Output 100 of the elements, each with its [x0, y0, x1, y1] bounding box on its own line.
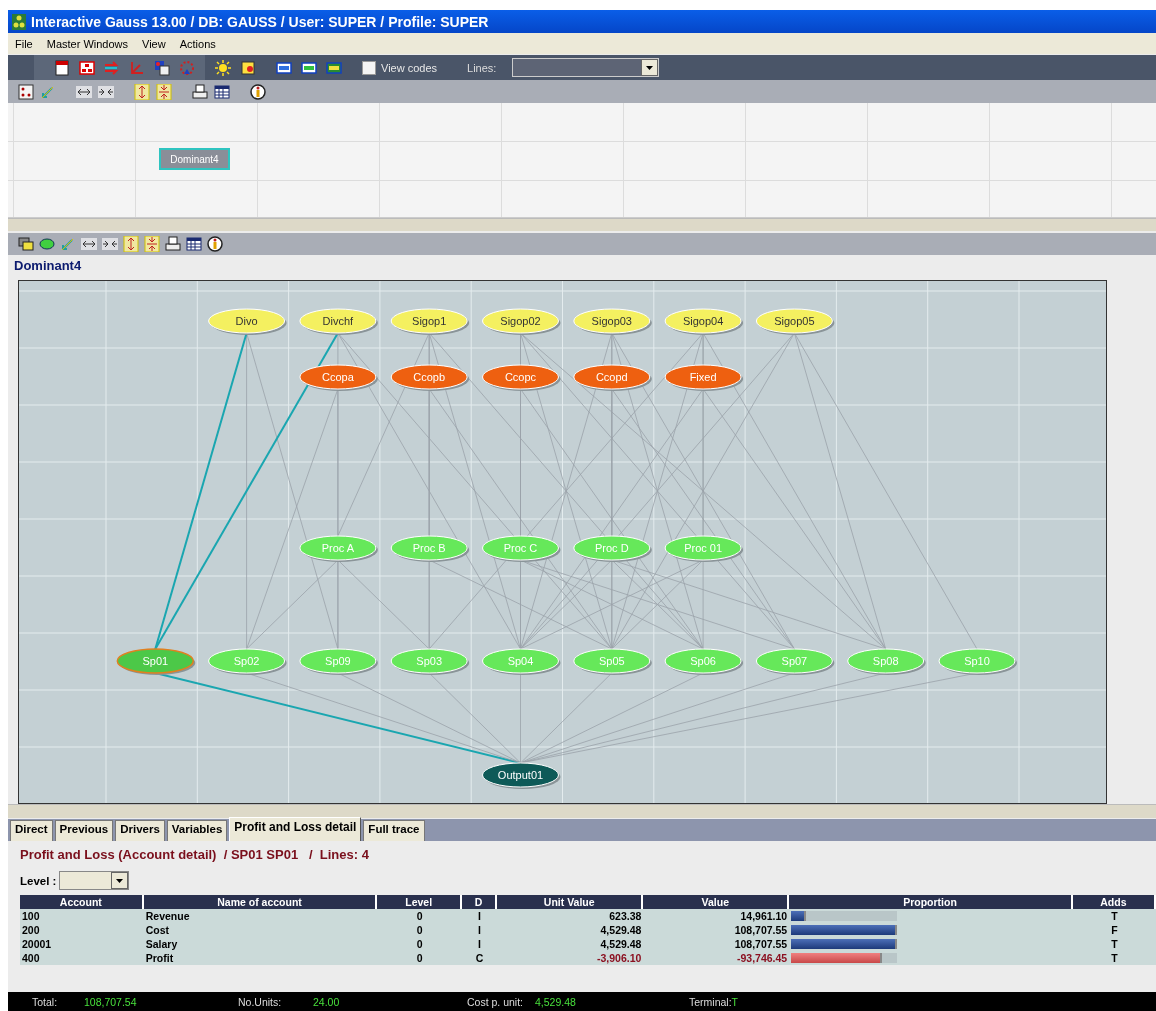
diagram-title: Dominant4 — [13, 257, 83, 275]
image-icon[interactable] — [240, 59, 256, 76]
dots-icon[interactable] — [18, 83, 34, 100]
print-icon[interactable] — [165, 236, 181, 252]
status-value: 108,707.54 — [84, 995, 138, 1008]
lines-dropdown[interactable] — [512, 58, 660, 77]
status-label: Cost p. unit: — [467, 995, 525, 1008]
table-cell-text: 108,707.55 — [733, 937, 789, 951]
tab[interactable]: Previous — [54, 820, 114, 841]
status-label: Total: — [32, 995, 59, 1008]
status-value: 24.00 — [313, 995, 341, 1008]
level-label: Level : — [20, 874, 57, 887]
column-header: Adds — [1072, 895, 1156, 909]
ellipse-icon[interactable] — [39, 236, 55, 252]
level-dropdown[interactable] — [59, 871, 130, 890]
table-cell-text: 200 — [21, 923, 41, 937]
column-header: Unit Value — [497, 895, 644, 909]
table-cell-text: C — [474, 951, 485, 965]
collapse-icon[interactable] — [98, 83, 114, 100]
table-cell-text: T — [1110, 937, 1119, 951]
column-header: Account — [20, 895, 144, 909]
diagram-node[interactable]: Divchf — [299, 308, 378, 335]
menu-item[interactable]: View — [137, 35, 171, 52]
table-cell-text: Salary — [144, 937, 179, 951]
diagram-node[interactable]: Fixed — [664, 364, 744, 391]
window-icon[interactable] — [301, 59, 317, 76]
print-icon[interactable] — [192, 83, 208, 100]
tree-icon — [12, 13, 26, 30]
tab[interactable]: Full trace — [363, 820, 425, 841]
diagram-node[interactable]: Sigop04 — [664, 308, 744, 335]
table-cell-text: 400 — [21, 951, 41, 965]
collapse-icon[interactable] — [102, 236, 118, 252]
expand-icon[interactable] — [76, 83, 92, 100]
expand-icon[interactable] — [123, 236, 139, 252]
table-cell-text: 14,961.10 — [739, 909, 789, 923]
column-header: Value — [643, 895, 790, 909]
table-cell-text: Cost — [144, 923, 171, 937]
sun-icon[interactable] — [215, 59, 231, 76]
menu-item[interactable]: Master Windows — [41, 35, 134, 52]
table-icon[interactable] — [186, 236, 202, 252]
detail-heading: Profit and Loss (Account detail) / SP01 SP01 / Lines: 4 — [20, 847, 370, 862]
column-header: Name of account — [143, 895, 378, 909]
expand-icon[interactable] — [81, 236, 97, 252]
table-cell-text: 623.38 — [608, 909, 643, 923]
table-cell-text: 4,529.48 — [599, 937, 643, 951]
diagram-node[interactable]: Sigop1 — [390, 308, 470, 335]
table-cell-text: -93,746.45 — [736, 951, 789, 965]
diagram-node[interactable]: Ccopa — [299, 364, 378, 391]
diagram-node[interactable]: Dominant4 — [159, 148, 230, 170]
scrollbar[interactable] — [8, 804, 1156, 818]
diagram-node[interactable]: Ccopb — [390, 364, 470, 391]
info-icon[interactable] — [250, 83, 266, 100]
diagram-node[interactable]: Sigop03 — [573, 308, 652, 335]
scrollbar[interactable] — [8, 218, 1156, 231]
view-codes-checkbox[interactable]: View codes — [352, 60, 438, 75]
diagram-node[interactable]: Sigop02 — [482, 308, 561, 335]
table-cell-text: 0 — [415, 951, 424, 965]
table-cell-text: 100 — [21, 909, 41, 923]
status-value: 4,529.48 — [535, 995, 577, 1008]
diagram-node[interactable]: Divo — [208, 308, 287, 335]
status-label: Terminal: — [689, 995, 732, 1008]
palette-icon[interactable] — [154, 59, 170, 76]
column-header: Proportion — [789, 895, 1073, 909]
table-icon[interactable] — [214, 83, 230, 100]
column-header: Level — [377, 895, 463, 909]
table-cell-text: I — [477, 937, 482, 951]
table-cell-text: 0 — [415, 923, 424, 937]
diagram-node[interactable]: Ccopd — [573, 364, 652, 391]
expand-icon[interactable] — [134, 83, 150, 100]
table-cell-text: I — [477, 909, 482, 923]
menu-item[interactable]: File — [10, 35, 38, 52]
window-icon[interactable] — [326, 59, 342, 76]
lines-label: Lines: — [467, 61, 497, 74]
tab[interactable]: Direct — [10, 820, 53, 841]
arrows-icon[interactable] — [104, 59, 120, 76]
diagram-node[interactable]: Sigop05 — [755, 308, 835, 335]
table-cell-text: T — [1110, 951, 1119, 965]
table-cell-text: F — [1110, 923, 1119, 937]
table-cell-text: -3,906.10 — [596, 951, 643, 965]
table-cell-text: T — [1110, 909, 1119, 923]
table-cell-text: 0 — [415, 937, 424, 951]
diagram-node[interactable]: Ccopc — [482, 364, 561, 391]
window-title: Interactive Gauss 13.00 / DB: GAUSS / User: SUPER / Profile: SUPER — [31, 13, 489, 30]
calendar-icon[interactable] — [54, 59, 70, 76]
collapse-icon[interactable] — [156, 83, 172, 100]
layers-icon[interactable] — [18, 236, 34, 252]
tab[interactable]: Drivers — [115, 820, 165, 841]
chart-icon[interactable] — [79, 59, 95, 76]
status-label: No.Units: — [238, 995, 283, 1008]
tab[interactable]: Profit and Loss detail — [229, 817, 362, 841]
column-header: D — [462, 895, 498, 909]
info-icon[interactable] — [207, 236, 223, 252]
table-cell-text: Revenue — [144, 909, 191, 923]
diagram-node[interactable]: Output01 — [482, 762, 561, 789]
diagram-node[interactable]: Sp01 — [116, 648, 196, 675]
tab[interactable]: Variables — [166, 820, 228, 841]
caret-icon — [116, 878, 124, 883]
menu-item[interactable]: Actions — [174, 35, 221, 52]
window-icon[interactable] — [276, 59, 292, 76]
collapse-icon[interactable] — [144, 236, 160, 252]
